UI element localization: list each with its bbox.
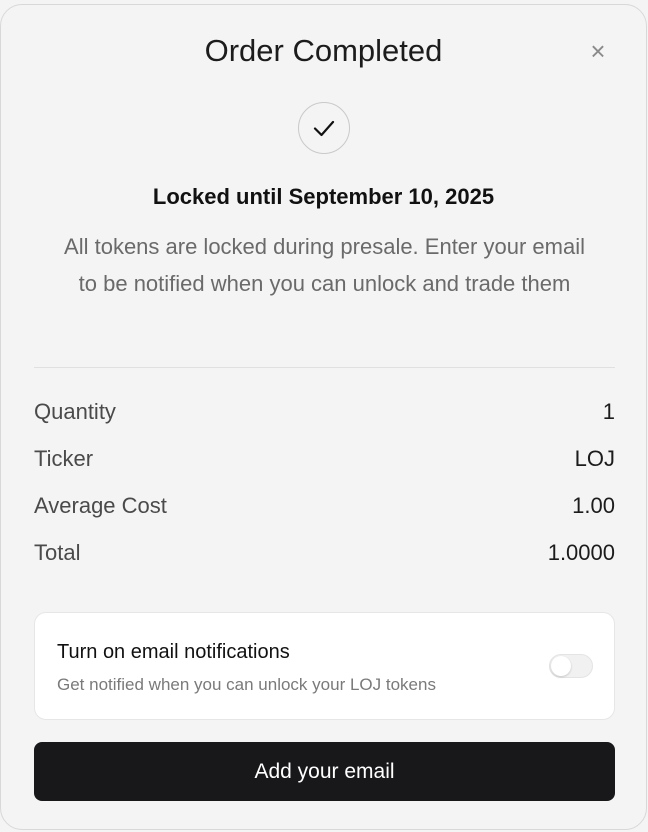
- notifications-subtitle: Get notified when you can unlock your LO…: [57, 675, 436, 694]
- modal-title: Order Completed: [204, 33, 443, 68]
- detail-value: 1: [602, 399, 615, 424]
- detail-row-average-cost: Average Cost 1.00: [34, 493, 615, 540]
- detail-label: Ticker: [34, 446, 94, 471]
- locked-until-heading: Locked until September 10, 2025: [152, 184, 495, 209]
- detail-label: Total: [34, 540, 81, 565]
- email-notifications-card: Turn on email notifications Get notified…: [34, 612, 615, 720]
- detail-value: 1.0000: [547, 540, 615, 565]
- add-email-button[interactable]: Add your email: [34, 742, 615, 801]
- email-notifications-toggle[interactable]: [549, 654, 593, 678]
- detail-row-total: Total 1.0000: [34, 540, 615, 587]
- notifications-title: Turn on email notifications: [57, 641, 290, 663]
- detail-value: 1.00: [572, 493, 615, 518]
- order-details: Quantity 1 Ticker LOJ Average Cost 1.00 …: [34, 399, 615, 587]
- detail-row-quantity: Quantity 1: [34, 399, 615, 446]
- detail-label: Average Cost: [34, 493, 167, 518]
- order-completed-modal: Order Completed × Locked until September…: [0, 4, 647, 830]
- check-icon: [313, 120, 335, 137]
- detail-value: LOJ: [574, 446, 615, 471]
- divider: [34, 367, 615, 368]
- detail-row-ticker: Ticker LOJ: [34, 446, 615, 493]
- toggle-knob: [551, 656, 571, 676]
- lock-description: All tokens are locked during presale. En…: [64, 234, 585, 296]
- detail-label: Quantity: [34, 399, 116, 424]
- close-icon[interactable]: ×: [586, 38, 610, 64]
- success-badge: [298, 102, 350, 154]
